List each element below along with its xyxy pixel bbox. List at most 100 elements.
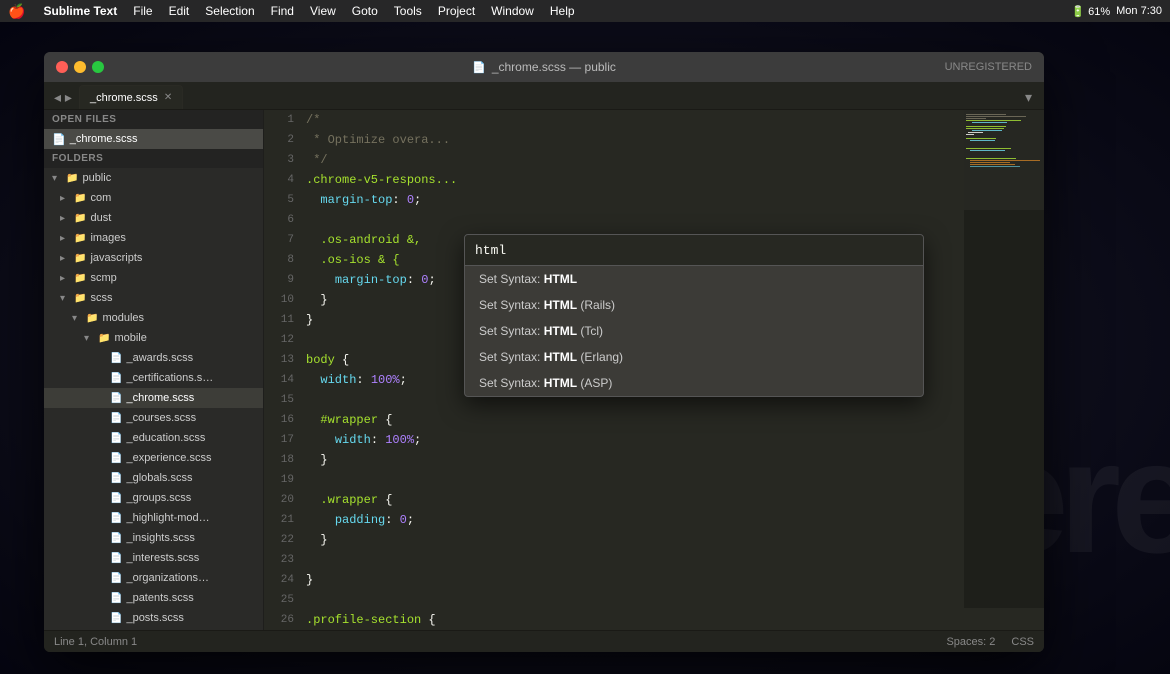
file-icon-highlight: 📄 bbox=[110, 513, 122, 524]
file-organizations[interactable]: ▸ 📄 _organizations… bbox=[44, 568, 263, 588]
folder-javascripts-label: javascripts bbox=[90, 252, 142, 264]
code-line-2: * Optimize overa... bbox=[306, 130, 1044, 150]
toggle-images: ▸ bbox=[60, 233, 70, 244]
unregistered-badge: UNREGISTERED bbox=[945, 61, 1032, 73]
view-menu[interactable]: View bbox=[302, 0, 344, 22]
file-icon-groups: 📄 bbox=[110, 493, 122, 504]
tab-bar: ◂ ▸ _chrome.scss ✕ ▾ bbox=[44, 82, 1044, 110]
code-line-18: } bbox=[306, 450, 1044, 470]
code-area[interactable]: 123 456 789 101112 131415 161718 192021 … bbox=[264, 110, 1044, 630]
file-experience[interactable]: ▸ 📄 _experience.scss bbox=[44, 448, 263, 468]
tab-nav-arrows[interactable]: ◂ ▸ bbox=[48, 85, 78, 109]
ac-html-plain[interactable]: Set Syntax: HTML bbox=[465, 266, 923, 292]
spacer-experience: ▸ bbox=[96, 453, 106, 464]
edit-menu[interactable]: Edit bbox=[161, 0, 198, 22]
file-chrome[interactable]: ▸ 📄 _chrome.scss bbox=[44, 388, 263, 408]
folder-scss[interactable]: ▾ 📁 scss bbox=[44, 288, 263, 308]
ac-html-erlang[interactable]: Set Syntax: HTML (Erlang) bbox=[465, 344, 923, 370]
file-menu[interactable]: File bbox=[125, 0, 160, 22]
folder-dust[interactable]: ▸ 📁 dust bbox=[44, 208, 263, 228]
apple-menu[interactable]: 🍎 bbox=[8, 3, 25, 20]
file-certifications[interactable]: ▸ 📄 _certifications.s… bbox=[44, 368, 263, 388]
goto-menu[interactable]: Goto bbox=[344, 0, 386, 22]
window-menu[interactable]: Window bbox=[483, 0, 542, 22]
file-interests-label: _interests.scss bbox=[126, 552, 199, 564]
folder-scmp[interactable]: ▸ 📁 scmp bbox=[44, 268, 263, 288]
folder-images[interactable]: ▸ 📁 images bbox=[44, 228, 263, 248]
file-icon-interests: 📄 bbox=[110, 553, 122, 564]
status-position: Line 1, Column 1 bbox=[54, 636, 930, 648]
file-highlight[interactable]: ▸ 📄 _highlight-mod… bbox=[44, 508, 263, 528]
folder-mobile[interactable]: ▾ 📁 mobile bbox=[44, 328, 263, 348]
code-line-3: */ bbox=[306, 150, 1044, 170]
ac-html-tcl[interactable]: Set Syntax: HTML (Tcl) bbox=[465, 318, 923, 344]
code-line-6 bbox=[306, 210, 1044, 230]
window-title: 📄 _chrome.scss — public bbox=[472, 60, 616, 74]
file-icon-education: 📄 bbox=[110, 433, 122, 444]
toggle-scss: ▾ bbox=[60, 293, 70, 304]
code-line-22: } bbox=[306, 530, 1044, 550]
ac-html-rails[interactable]: Set Syntax: HTML (Rails) bbox=[465, 292, 923, 318]
status-spaces[interactable]: Spaces: 2 bbox=[946, 636, 995, 648]
folder-scmp-label: scmp bbox=[90, 272, 116, 284]
folder-modules[interactable]: ▾ 📁 modules bbox=[44, 308, 263, 328]
folder-icon-com: 📁 bbox=[74, 193, 86, 204]
folder-public[interactable]: ▾ 📁 public bbox=[44, 168, 263, 188]
folder-icon-scss: 📁 bbox=[74, 293, 86, 304]
ac-label-4: Set Syntax: HTML (Erlang) bbox=[479, 350, 623, 364]
autocomplete-popup: Set Syntax: HTML Set Syntax: HTML (Rails… bbox=[464, 234, 924, 397]
autocomplete-search-input[interactable] bbox=[475, 243, 913, 258]
spacer-globals: ▸ bbox=[96, 473, 106, 484]
autocomplete-search-box[interactable] bbox=[465, 235, 923, 266]
status-syntax[interactable]: CSS bbox=[1011, 636, 1034, 648]
editor-body: OPEN FILES 📄 _chrome.scss FOLDERS ▾ 📁 pu… bbox=[44, 110, 1044, 630]
menubar-icons: 🔋 61% bbox=[1071, 5, 1110, 18]
file-globals[interactable]: ▸ 📄 _globals.scss bbox=[44, 468, 263, 488]
folder-icon-public: 📁 bbox=[66, 173, 78, 184]
folder-dust-label: dust bbox=[90, 212, 111, 224]
ac-html-asp[interactable]: Set Syntax: HTML (ASP) bbox=[465, 370, 923, 396]
file-education[interactable]: ▸ 📄 _education.scss bbox=[44, 428, 263, 448]
folder-com[interactable]: ▸ 📁 com bbox=[44, 188, 263, 208]
folder-public-label: public bbox=[82, 172, 111, 184]
file-posts[interactable]: ▸ 📄 _posts.scss bbox=[44, 608, 263, 628]
file-chrome-label: _chrome.scss bbox=[126, 392, 194, 404]
tab-chrome-scss[interactable]: _chrome.scss ✕ bbox=[79, 85, 183, 109]
spacer-courses: ▸ bbox=[96, 413, 106, 424]
close-button[interactable] bbox=[56, 61, 68, 73]
file-icon-insights: 📄 bbox=[110, 533, 122, 544]
file-groups[interactable]: ▸ 📄 _groups.scss bbox=[44, 488, 263, 508]
status-right: Spaces: 2 CSS bbox=[946, 636, 1034, 648]
selection-menu[interactable]: Selection bbox=[197, 0, 262, 22]
editor-window: 📄 _chrome.scss — public UNREGISTERED ◂ ▸… bbox=[44, 52, 1044, 652]
minimize-button[interactable] bbox=[74, 61, 86, 73]
spacer-patents: ▸ bbox=[96, 593, 106, 604]
help-menu[interactable]: Help bbox=[542, 0, 583, 22]
folder-javascripts[interactable]: ▸ 📁 javascripts bbox=[44, 248, 263, 268]
folder-images-label: images bbox=[90, 232, 125, 244]
tools-menu[interactable]: Tools bbox=[386, 0, 430, 22]
file-awards[interactable]: ▸ 📄 _awards.scss bbox=[44, 348, 263, 368]
file-courses[interactable]: ▸ 📄 _courses.scss bbox=[44, 408, 263, 428]
open-file-chrome-scss[interactable]: 📄 _chrome.scss bbox=[44, 129, 263, 149]
file-education-label: _education.scss bbox=[126, 432, 205, 444]
find-menu[interactable]: Find bbox=[263, 0, 302, 22]
spacer-cert: ▸ bbox=[96, 373, 106, 384]
project-menu[interactable]: Project bbox=[430, 0, 483, 22]
file-patents[interactable]: ▸ 📄 _patents.scss bbox=[44, 588, 263, 608]
tab-dropdown-button[interactable]: ▾ bbox=[1017, 85, 1040, 109]
file-icon: 📄 bbox=[472, 61, 486, 74]
tab-close-button[interactable]: ✕ bbox=[164, 93, 172, 103]
app-name-menu[interactable]: Sublime Text bbox=[35, 0, 125, 22]
spacer-chrome: ▸ bbox=[96, 393, 106, 404]
folder-icon-javascripts: 📁 bbox=[74, 253, 86, 264]
file-interests[interactable]: ▸ 📄 _interests.scss bbox=[44, 548, 263, 568]
code-line-5: margin-top: 0; bbox=[306, 190, 1044, 210]
maximize-button[interactable] bbox=[92, 61, 104, 73]
code-line-26: .profile-section { bbox=[306, 610, 1044, 630]
file-insights[interactable]: ▸ 📄 _insights.scss bbox=[44, 528, 263, 548]
file-patents-label: _patents.scss bbox=[126, 592, 193, 604]
file-highlight-label: _highlight-mod… bbox=[126, 512, 209, 524]
file-certifications-label: _certifications.s… bbox=[126, 372, 213, 384]
ac-label-2: Set Syntax: HTML (Rails) bbox=[479, 298, 615, 312]
